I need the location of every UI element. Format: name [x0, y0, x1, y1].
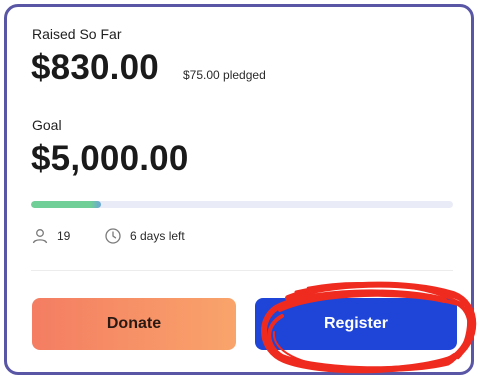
pledged-amount: $75.00 pledged	[183, 68, 266, 82]
raised-label: Raised So Far	[32, 26, 122, 42]
register-button[interactable]: Register	[255, 298, 457, 350]
donor-count-value: 19	[57, 229, 71, 243]
days-left-value: 6 days left	[130, 229, 185, 243]
donate-button[interactable]: Donate	[32, 298, 236, 350]
divider	[31, 270, 453, 271]
goal-amount: $5,000.00	[31, 139, 189, 178]
goal-label: Goal	[32, 117, 62, 133]
clock-icon	[104, 227, 122, 245]
days-left: 6 days left	[104, 226, 185, 246]
person-icon	[31, 227, 49, 245]
progress-bar-fill	[31, 201, 102, 208]
donor-count: 19	[31, 226, 70, 246]
progress-bar	[31, 201, 453, 208]
raised-amount: $830.00	[31, 48, 159, 87]
